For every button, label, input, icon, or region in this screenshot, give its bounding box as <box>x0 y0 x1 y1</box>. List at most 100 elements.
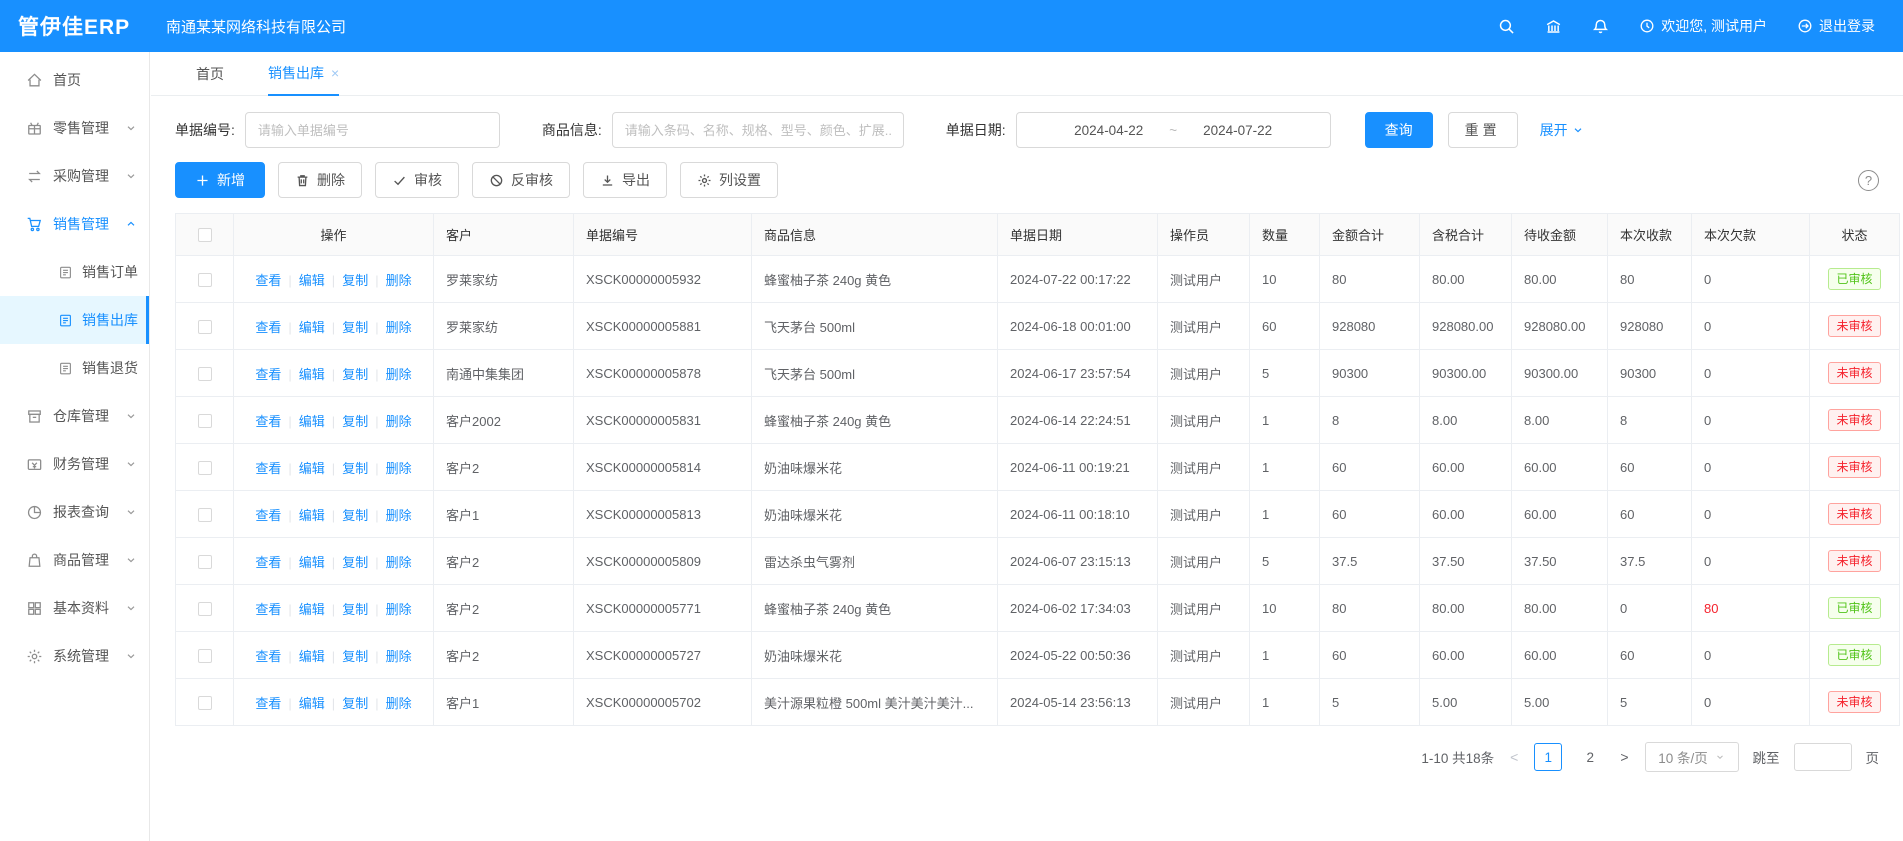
sidebar-item-sales-return[interactable]: 销售退货 <box>0 344 149 392</box>
unaudit-button[interactable]: 反审核 <box>472 162 570 198</box>
action-delete-link[interactable]: 删除 <box>386 414 412 429</box>
action-view-link[interactable]: 查看 <box>255 414 281 429</box>
action-edit-link[interactable]: 编辑 <box>299 508 325 523</box>
date-start[interactable]: 2024-04-22 <box>1074 123 1143 138</box>
action-edit-link[interactable]: 编辑 <box>299 320 325 335</box>
row-checkbox[interactable] <box>198 320 212 334</box>
table-row: 查看|编辑|复制|删除客户1XSCK00000005813奶油味爆米花2024-… <box>176 491 1900 538</box>
sidebar-item-sales-outbound[interactable]: 销售出库 <box>0 296 149 344</box>
action-copy-link[interactable]: 复制 <box>342 273 368 288</box>
action-view-link[interactable]: 查看 <box>255 273 281 288</box>
sidebar-item-product[interactable]: 商品管理 <box>0 536 149 584</box>
sidebar-item-system[interactable]: 系统管理 <box>0 632 149 680</box>
action-edit-link[interactable]: 编辑 <box>299 555 325 570</box>
row-checkbox[interactable] <box>198 414 212 428</box>
action-copy-link[interactable]: 复制 <box>342 414 368 429</box>
action-copy-link[interactable]: 复制 <box>342 602 368 617</box>
page-size-select[interactable]: 10 条/页 <box>1645 742 1739 772</box>
sidebar-item-sales-order[interactable]: 销售订单 <box>0 248 149 296</box>
action-delete-link[interactable]: 删除 <box>386 649 412 664</box>
column-header: 客户 <box>434 214 574 256</box>
export-button[interactable]: 导出 <box>583 162 667 198</box>
audit-button[interactable]: 审核 <box>375 162 459 198</box>
search-icon[interactable] <box>1498 18 1515 35</box>
action-view-link[interactable]: 查看 <box>255 602 281 617</box>
row-checkbox[interactable] <box>198 367 212 381</box>
product-info-input[interactable] <box>612 112 904 148</box>
tab-home[interactable]: 首页 <box>196 52 224 96</box>
bank-icon[interactable] <box>1545 18 1562 35</box>
sidebar-item-finance[interactable]: 财务管理 <box>0 440 149 488</box>
reset-button[interactable]: 重置 <box>1448 112 1518 148</box>
order-no-input[interactable] <box>245 112 500 148</box>
action-view-link[interactable]: 查看 <box>255 508 281 523</box>
sidebar-item-retail[interactable]: 零售管理 <box>0 104 149 152</box>
column-settings-button[interactable]: 列设置 <box>680 162 778 198</box>
next-page-button[interactable]: > <box>1618 749 1630 765</box>
row-checkbox[interactable] <box>198 649 212 663</box>
search-button[interactable]: 查询 <box>1365 112 1433 148</box>
row-checkbox[interactable] <box>198 461 212 475</box>
delete-button[interactable]: 删除 <box>278 162 362 198</box>
action-view-link[interactable]: 查看 <box>255 461 281 476</box>
page-button-1[interactable]: 1 <box>1534 743 1562 771</box>
expand-link[interactable]: 展开 <box>1540 120 1584 140</box>
action-view-link[interactable]: 查看 <box>255 649 281 664</box>
row-checkbox[interactable] <box>198 602 212 616</box>
sidebar-item-sales[interactable]: 销售管理 <box>0 200 149 248</box>
action-view-link[interactable]: 查看 <box>255 320 281 335</box>
action-view-link[interactable]: 查看 <box>255 367 281 382</box>
action-edit-link[interactable]: 编辑 <box>299 696 325 711</box>
action-copy-link[interactable]: 复制 <box>342 320 368 335</box>
action-delete-link[interactable]: 删除 <box>386 508 412 523</box>
sidebar-item-purchase[interactable]: 采购管理 <box>0 152 149 200</box>
action-edit-link[interactable]: 编辑 <box>299 649 325 664</box>
action-delete-link[interactable]: 删除 <box>386 602 412 617</box>
action-copy-link[interactable]: 复制 <box>342 696 368 711</box>
sidebar-item-warehouse[interactable]: 仓库管理 <box>0 392 149 440</box>
help-icon[interactable]: ? <box>1858 170 1879 191</box>
add-button[interactable]: 新增 <box>175 162 265 198</box>
cell-customer: 罗莱家纺 <box>434 256 574 303</box>
action-edit-link[interactable]: 编辑 <box>299 602 325 617</box>
action-delete-link[interactable]: 删除 <box>386 273 412 288</box>
cell-owed: 0 <box>1692 350 1810 397</box>
sidebar-item-basic-data[interactable]: 基本资料 <box>0 584 149 632</box>
row-checkbox[interactable] <box>198 273 212 287</box>
welcome-user[interactable]: 欢迎您, 测试用户 <box>1639 16 1767 36</box>
close-icon[interactable]: × <box>331 65 339 81</box>
chevron-down-icon <box>125 650 137 662</box>
sidebar-item-home[interactable]: 首页 <box>0 56 149 104</box>
action-copy-link[interactable]: 复制 <box>342 555 368 570</box>
row-checkbox[interactable] <box>198 508 212 522</box>
action-edit-link[interactable]: 编辑 <box>299 414 325 429</box>
row-checkbox[interactable] <box>198 696 212 710</box>
tab-sales-outbound[interactable]: 销售出库 × <box>268 52 339 96</box>
action-copy-link[interactable]: 复制 <box>342 649 368 664</box>
action-copy-link[interactable]: 复制 <box>342 367 368 382</box>
select-all-checkbox[interactable] <box>198 228 212 242</box>
cell-tax_total: 60.00 <box>1420 491 1512 538</box>
action-copy-link[interactable]: 复制 <box>342 508 368 523</box>
action-view-link[interactable]: 查看 <box>255 696 281 711</box>
action-delete-link[interactable]: 删除 <box>386 367 412 382</box>
action-edit-link[interactable]: 编辑 <box>299 367 325 382</box>
date-end[interactable]: 2024-07-22 <box>1203 123 1272 138</box>
action-view-link[interactable]: 查看 <box>255 555 281 570</box>
logout-button[interactable]: 退出登录 <box>1797 16 1875 36</box>
action-edit-link[interactable]: 编辑 <box>299 461 325 476</box>
page-button-2[interactable]: 2 <box>1576 743 1604 771</box>
sidebar-item-report[interactable]: 报表查询 <box>0 488 149 536</box>
action-delete-link[interactable]: 删除 <box>386 461 412 476</box>
row-checkbox[interactable] <box>198 555 212 569</box>
action-delete-link[interactable]: 删除 <box>386 696 412 711</box>
bell-icon[interactable] <box>1592 18 1609 35</box>
jump-page-input[interactable] <box>1794 743 1852 771</box>
action-delete-link[interactable]: 删除 <box>386 320 412 335</box>
action-copy-link[interactable]: 复制 <box>342 461 368 476</box>
date-range-picker[interactable]: 2024-04-22 ~ 2024-07-22 <box>1016 112 1331 148</box>
action-edit-link[interactable]: 编辑 <box>299 273 325 288</box>
action-delete-link[interactable]: 删除 <box>386 555 412 570</box>
prev-page-button[interactable]: < <box>1508 749 1520 765</box>
action-separator: | <box>375 367 378 382</box>
